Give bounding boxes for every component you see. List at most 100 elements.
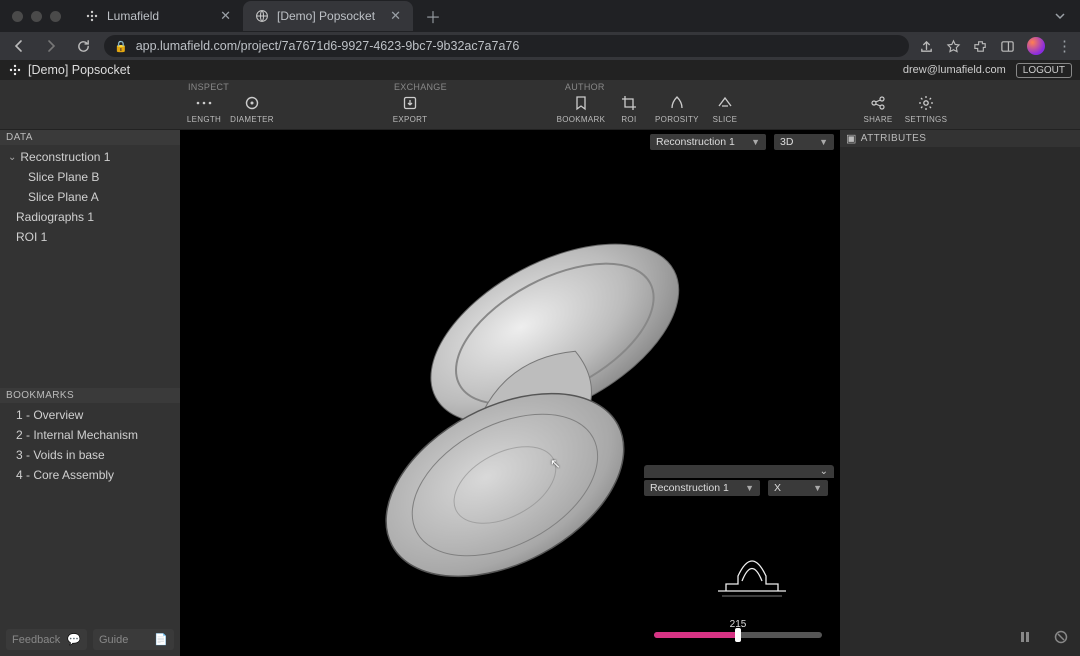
tool-export[interactable]: EXPORT: [386, 92, 434, 124]
bookmark-icon: [572, 94, 590, 112]
reload-button[interactable]: [72, 35, 94, 57]
logout-button[interactable]: LOGOUT: [1016, 63, 1072, 78]
close-icon[interactable]: ✕: [220, 8, 231, 24]
playback-controls: [1014, 626, 1072, 648]
tab-overflow-icon[interactable]: [1054, 10, 1080, 22]
doc-icon: 📄: [154, 633, 168, 646]
browser-action-icons: ⋮: [919, 37, 1072, 55]
sidebar-footer: Feedback💬 Guide📄: [0, 623, 180, 656]
chevron-down-icon: ▼: [819, 137, 828, 147]
caret-down-icon: ⌄: [8, 152, 16, 163]
bookmarks-list: 1 - Overview 2 - Internal Mechanism 3 - …: [0, 403, 180, 623]
slice-icon: [716, 94, 734, 112]
browser-tab[interactable]: [Demo] Popsocket ✕: [243, 1, 413, 31]
tree-item-roi[interactable]: ROI 1: [0, 227, 180, 247]
bookmark-star-icon[interactable]: [946, 39, 961, 54]
browser-tabs: Lumafield ✕ [Demo] Popsocket ✕ ＋: [73, 0, 447, 32]
tool-slice[interactable]: SLICE: [701, 92, 749, 124]
user-email: drew@lumafield.com: [903, 64, 1006, 76]
slice-slider[interactable]: 215: [654, 619, 822, 638]
back-button[interactable]: [8, 35, 30, 57]
slider-thumb[interactable]: [735, 628, 741, 642]
panel-icon[interactable]: [1000, 39, 1015, 54]
export-icon: [401, 94, 419, 112]
toolbar-group-inspect: INSPECT LENGTH DIAMETER: [180, 80, 276, 129]
inset-dataset-dropdown[interactable]: Reconstruction 1▼: [644, 480, 760, 496]
slice-thumbnail[interactable]: [708, 536, 796, 606]
extensions-icon[interactable]: [973, 39, 988, 54]
chevron-down-icon: ⌄: [820, 466, 828, 477]
browser-address-bar: 🔒 app.lumafield.com/project/7a7671d6-992…: [0, 32, 1080, 60]
viewport-header-controls: Reconstruction 1▼ 3D▼: [650, 134, 834, 150]
dataset-dropdown[interactable]: Reconstruction 1▼: [650, 134, 766, 150]
profile-avatar[interactable]: [1027, 37, 1045, 55]
tool-share[interactable]: SHARE: [854, 92, 902, 124]
viewport-3d[interactable]: Reconstruction 1▼ 3D▼: [180, 130, 840, 656]
minimize-window-icon[interactable]: [31, 11, 42, 22]
app-logo-icon: [8, 63, 22, 77]
bookmark-item[interactable]: 2 - Internal Mechanism: [0, 425, 180, 445]
url-input[interactable]: 🔒 app.lumafield.com/project/7a7671d6-992…: [104, 35, 909, 57]
guide-button[interactable]: Guide📄: [93, 629, 174, 650]
tool-length[interactable]: LENGTH: [180, 92, 228, 124]
chevron-down-icon: ▼: [751, 137, 760, 147]
app-title: [Demo] Popsocket: [28, 63, 130, 77]
lock-icon: 🔒: [114, 40, 128, 53]
tab-title: Lumafield: [107, 9, 159, 23]
app-header: [Demo] Popsocket drew@lumafield.com LOGO…: [0, 60, 1080, 80]
globe-favicon-icon: [255, 9, 269, 23]
toolbar-group-right: SHARE SETTINGS: [854, 80, 950, 129]
length-icon: [195, 94, 213, 112]
slider-fill: [654, 632, 738, 638]
pause-button[interactable]: [1014, 626, 1036, 648]
sidebar: DATA ⌄ Reconstruction 1 Slice Plane B Sl…: [0, 130, 180, 656]
tool-diameter[interactable]: DIAMETER: [228, 92, 276, 124]
chevron-down-icon: ▼: [813, 483, 822, 493]
tool-settings[interactable]: SETTINGS: [902, 92, 950, 124]
attributes-header: ▣ ATTRIBUTES: [840, 130, 1080, 147]
share-page-icon[interactable]: [919, 39, 934, 54]
inset-axis-dropdown[interactable]: X▼: [768, 480, 828, 496]
toolbar-group-exchange: EXCHANGE EXPORT: [386, 80, 447, 129]
app-main: DATA ⌄ Reconstruction 1 Slice Plane B Sl…: [0, 130, 1080, 656]
browser-titlebar: Lumafield ✕ [Demo] Popsocket ✕ ＋: [0, 0, 1080, 32]
gear-icon: [917, 94, 935, 112]
render-canvas[interactable]: ↖ ⌄ Reconstruction 1▼ X▼: [180, 130, 840, 656]
bookmark-item[interactable]: 4 - Core Assembly: [0, 465, 180, 485]
tool-porosity[interactable]: POROSITY: [653, 92, 701, 124]
new-tab-button[interactable]: ＋: [419, 4, 447, 28]
close-icon[interactable]: ✕: [390, 8, 401, 24]
chat-icon: 💬: [67, 633, 81, 646]
tree-item-radiographs[interactable]: Radiographs 1: [0, 207, 180, 227]
lumafield-favicon-icon: [85, 9, 99, 23]
bookmark-item[interactable]: 3 - Voids in base: [0, 445, 180, 465]
maximize-window-icon[interactable]: [50, 11, 61, 22]
attributes-panel: ▣ ATTRIBUTES: [840, 130, 1080, 656]
tool-bookmark[interactable]: BOOKMARK: [557, 92, 605, 124]
tree-item-slice-b[interactable]: Slice Plane B: [0, 167, 180, 187]
tab-title: [Demo] Popsocket: [277, 9, 375, 23]
inset-panel: ⌄ Reconstruction 1▼ X▼: [644, 465, 834, 496]
chevron-down-icon: ▼: [745, 483, 754, 493]
data-tree: ⌄ Reconstruction 1 Slice Plane B Slice P…: [0, 145, 180, 249]
browser-tab[interactable]: Lumafield ✕: [73, 1, 243, 31]
porosity-icon: [668, 94, 686, 112]
close-window-icon[interactable]: [12, 11, 23, 22]
toolbar-group-author: AUTHOR BOOKMARK ROI POROSITY SLICE: [557, 80, 749, 129]
bookmark-item[interactable]: 1 - Overview: [0, 405, 180, 425]
feedback-button[interactable]: Feedback💬: [6, 629, 87, 650]
browser-menu-icon[interactable]: ⋮: [1057, 37, 1072, 55]
toolbar-group-label: EXCHANGE: [386, 80, 447, 92]
toolbar-group-label: INSPECT: [180, 80, 276, 92]
slider-track[interactable]: [654, 632, 822, 638]
reset-view-button[interactable]: [1050, 626, 1072, 648]
tree-item-slice-a[interactable]: Slice Plane A: [0, 187, 180, 207]
tool-roi[interactable]: ROI: [605, 92, 653, 124]
forward-button[interactable]: [40, 35, 62, 57]
viewmode-dropdown[interactable]: 3D▼: [774, 134, 834, 150]
tree-item-reconstruction[interactable]: ⌄ Reconstruction 1: [0, 147, 180, 167]
inset-collapse-handle[interactable]: ⌄: [644, 465, 834, 478]
diameter-icon: [243, 94, 261, 112]
share-icon: [869, 94, 887, 112]
sidebar-section-bookmarks: BOOKMARKS: [0, 388, 180, 403]
